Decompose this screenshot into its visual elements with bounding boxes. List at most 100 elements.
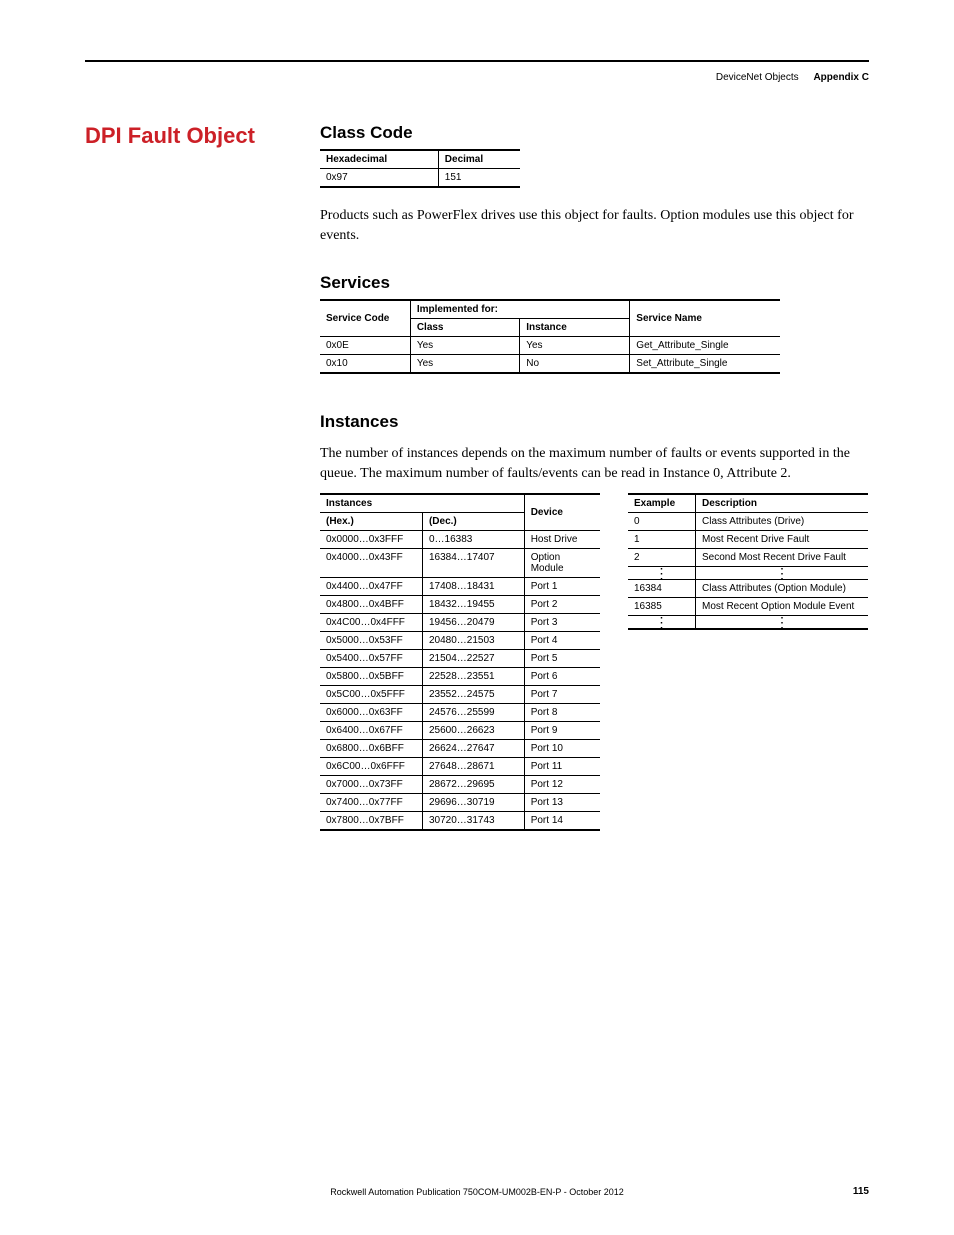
- col-service-name: Service Name: [630, 300, 780, 337]
- cell: 18432…19455: [422, 596, 524, 614]
- table-row: 0x4800…0x4BFF18432…19455Port 2: [320, 596, 600, 614]
- table-row: 0x7000…0x73FF28672…29695Port 12: [320, 776, 600, 794]
- instances-table: Instances Device (Hex.) (Dec.) 0x0000…0x…: [320, 493, 600, 831]
- cell: Yes: [410, 337, 519, 355]
- cell: 0x5000…0x53FF: [320, 632, 422, 650]
- cell: Second Most Recent Drive Fault: [696, 549, 869, 567]
- table-row: 0Class Attributes (Drive): [628, 513, 868, 531]
- col-implemented: Implemented for:: [410, 300, 629, 319]
- cell-dec: 151: [438, 169, 520, 188]
- cell: 0x6400…0x67FF: [320, 722, 422, 740]
- cell: Port 2: [524, 596, 600, 614]
- col-hex: (Hex.): [320, 513, 422, 531]
- cell: 0x10: [320, 355, 410, 374]
- cell: 0x6000…0x63FF: [320, 704, 422, 722]
- cell: Class Attributes (Drive): [696, 513, 869, 531]
- cell-hex: 0x97: [320, 169, 438, 188]
- table-row: 0x4000…0x43FF16384…17407Option Module: [320, 549, 600, 578]
- table-row: 0x97 151: [320, 169, 520, 188]
- footer-text: Rockwell Automation Publication 750COM-U…: [0, 1187, 954, 1197]
- cell: 30720…31743: [422, 812, 524, 831]
- table-row: 0x6C00…0x6FFF27648…28671Port 11: [320, 758, 600, 776]
- cell: Host Drive: [524, 531, 600, 549]
- page-header: DeviceNet Objects Appendix C: [85, 66, 869, 83]
- cell: 0x0E: [320, 337, 410, 355]
- cell: Port 11: [524, 758, 600, 776]
- col-device: Device: [524, 494, 600, 531]
- table-row: 0x6400…0x67FF25600…26623Port 9: [320, 722, 600, 740]
- table-row: 0x10 Yes No Set_Attribute_Single: [320, 355, 780, 374]
- cell: Port 12: [524, 776, 600, 794]
- col-instances: Instances: [320, 494, 524, 513]
- table-row: 2Second Most Recent Drive Fault: [628, 549, 868, 567]
- cell: 0: [628, 513, 696, 531]
- cell: 0x5800…0x5BFF: [320, 668, 422, 686]
- cell: 0x6C00…0x6FFF: [320, 758, 422, 776]
- table-row: 0x4C00…0x4FFF19456…20479Port 3: [320, 614, 600, 632]
- cell: Class Attributes (Option Module): [696, 580, 869, 598]
- cell: Yes: [410, 355, 519, 374]
- cell: 17408…18431: [422, 578, 524, 596]
- cell: 25600…26623: [422, 722, 524, 740]
- col-class: Class: [410, 319, 519, 337]
- cell: Port 1: [524, 578, 600, 596]
- table-row: 0x7400…0x77FF29696…30719Port 13: [320, 794, 600, 812]
- cell: 0x7400…0x77FF: [320, 794, 422, 812]
- example-table: Example Description 0Class Attributes (D…: [628, 493, 868, 630]
- cell: 22528…23551: [422, 668, 524, 686]
- col-example: Example: [628, 494, 696, 513]
- table-row: Instances Device: [320, 494, 600, 513]
- cell: Port 7: [524, 686, 600, 704]
- cell: Port 13: [524, 794, 600, 812]
- cell: Most Recent Drive Fault: [696, 531, 869, 549]
- header-left: DeviceNet Objects: [716, 72, 799, 83]
- cell: Get_Attribute_Single: [630, 337, 780, 355]
- cell: 16384: [628, 580, 696, 598]
- cell: 0x4400…0x47FF: [320, 578, 422, 596]
- instances-heading: Instances: [320, 412, 869, 432]
- cell: 26624…27647: [422, 740, 524, 758]
- cell: 0x7800…0x7BFF: [320, 812, 422, 831]
- cell: 0x5400…0x57FF: [320, 650, 422, 668]
- intro-text: Products such as PowerFlex drives use th…: [320, 206, 869, 245]
- cell: Port 8: [524, 704, 600, 722]
- cell: Most Recent Option Module Event: [696, 598, 869, 616]
- table-row: 0x4400…0x47FF17408…18431Port 1: [320, 578, 600, 596]
- cell: Port 14: [524, 812, 600, 831]
- col-description: Description: [696, 494, 869, 513]
- table-row: Service Code Implemented for: Service Na…: [320, 300, 780, 319]
- col-hex: Hexadecimal: [320, 150, 438, 169]
- cell: 20480…21503: [422, 632, 524, 650]
- cell: Set_Attribute_Single: [630, 355, 780, 374]
- class-code-heading: Class Code: [320, 123, 869, 143]
- table-row: 0x0000…0x3FFF0…16383Host Drive: [320, 531, 600, 549]
- table-row: ⋮⋮: [628, 616, 868, 630]
- table-row: 0x5400…0x57FF21504…22527Port 5: [320, 650, 600, 668]
- cell: 27648…28671: [422, 758, 524, 776]
- cell: ⋮: [696, 616, 869, 630]
- page-title: DPI Fault Object: [85, 123, 320, 149]
- header-right: Appendix C: [813, 72, 869, 83]
- col-instance: Instance: [520, 319, 630, 337]
- cell: Port 3: [524, 614, 600, 632]
- services-table: Service Code Implemented for: Service Na…: [320, 299, 780, 374]
- cell: 23552…24575: [422, 686, 524, 704]
- cell: Yes: [520, 337, 630, 355]
- cell: 0x5C00…0x5FFF: [320, 686, 422, 704]
- table-row: 0x5000…0x53FF20480…21503Port 4: [320, 632, 600, 650]
- cell: Port 4: [524, 632, 600, 650]
- table-row: 1Most Recent Drive Fault: [628, 531, 868, 549]
- cell: ⋮: [696, 567, 869, 580]
- table-row: Hexadecimal Decimal: [320, 150, 520, 169]
- cell: 0x6800…0x6BFF: [320, 740, 422, 758]
- services-heading: Services: [320, 273, 869, 293]
- cell: 19456…20479: [422, 614, 524, 632]
- table-row: ⋮⋮: [628, 567, 868, 580]
- cell: 2: [628, 549, 696, 567]
- cell: Port 6: [524, 668, 600, 686]
- cell: 0x4000…0x43FF: [320, 549, 422, 578]
- class-code-table: Hexadecimal Decimal 0x97 151: [320, 149, 520, 188]
- cell: 1: [628, 531, 696, 549]
- instances-intro: The number of instances depends on the m…: [320, 444, 869, 483]
- cell: 24576…25599: [422, 704, 524, 722]
